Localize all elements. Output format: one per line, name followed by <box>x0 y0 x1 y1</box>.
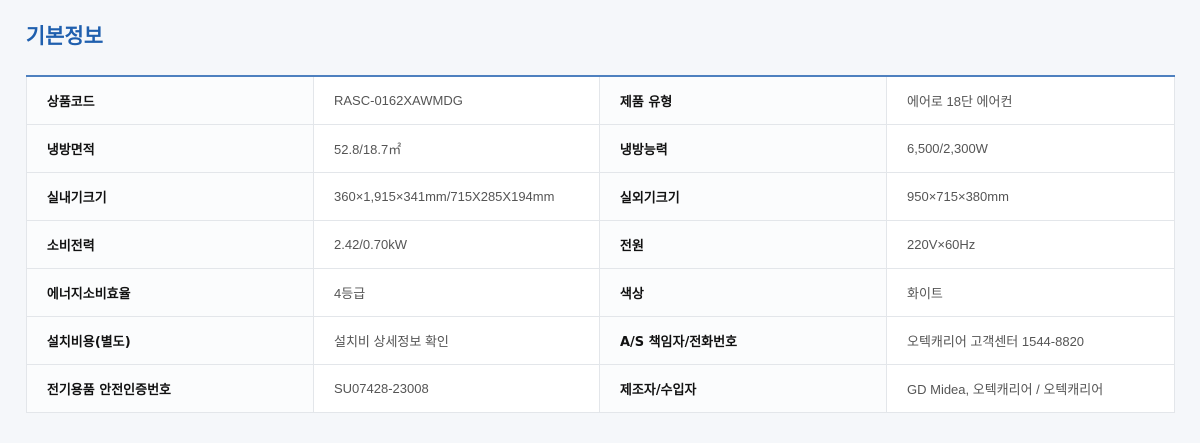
table-row: 상품코드 RASC-0162XAWMDG 제품 유형 에어로 18단 에어컨 <box>26 75 1175 125</box>
spec-value: 화이트 <box>886 268 1175 317</box>
spec-label: 설치비용(별도) <box>26 316 314 365</box>
table-row: 소비전력 2.42/0.70kW 전원 220V×60Hz <box>26 220 1175 269</box>
spec-value: 2.42/0.70kW <box>313 220 600 269</box>
spec-value: 4등급 <box>313 268 600 317</box>
spec-value: RASC-0162XAWMDG <box>313 75 600 125</box>
spec-label: 전원 <box>599 220 887 269</box>
table-row: 전기용품 안전인증번호 SU07428-23008 제조자/수입자 GD Mid… <box>26 364 1175 413</box>
spec-value: SU07428-23008 <box>313 364 600 413</box>
spec-value: 360×1,915×341mm/715X285X194mm <box>313 172 600 221</box>
spec-value: 950×715×380mm <box>886 172 1175 221</box>
table-row: 실내기크기 360×1,915×341mm/715X285X194mm 실외기크… <box>26 172 1175 221</box>
spec-value: GD Midea, 오텍캐리어 / 오텍캐리어 <box>886 364 1175 413</box>
spec-value: 6,500/2,300W <box>886 124 1175 173</box>
spec-label: 제조자/수입자 <box>599 364 887 413</box>
spec-value: 52.8/18.7㎡ <box>313 124 600 173</box>
table-row: 냉방면적 52.8/18.7㎡ 냉방능력 6,500/2,300W <box>26 124 1175 173</box>
spec-label: 소비전력 <box>26 220 314 269</box>
spec-value: 설치비 상세정보 확인 <box>313 316 600 365</box>
spec-label: 냉방능력 <box>599 124 887 173</box>
spec-value: 에어로 18단 에어컨 <box>886 75 1175 125</box>
spec-label: 색상 <box>599 268 887 317</box>
spec-label: 실외기크기 <box>599 172 887 221</box>
spec-label: 상품코드 <box>26 75 314 125</box>
spec-value: 오텍캐리어 고객센터 1544-8820 <box>886 316 1175 365</box>
spec-table: 상품코드 RASC-0162XAWMDG 제품 유형 에어로 18단 에어컨 냉… <box>26 75 1175 413</box>
spec-value: 220V×60Hz <box>886 220 1175 269</box>
section-title: 기본정보 <box>26 24 104 48</box>
table-row: 설치비용(별도) 설치비 상세정보 확인 A/S 책임자/전화번호 오텍캐리어 … <box>26 316 1175 365</box>
spec-label: A/S 책임자/전화번호 <box>599 316 887 365</box>
spec-label: 실내기크기 <box>26 172 314 221</box>
spec-label: 전기용품 안전인증번호 <box>26 364 314 413</box>
table-row: 에너지소비효율 4등급 색상 화이트 <box>26 268 1175 317</box>
spec-label: 냉방면적 <box>26 124 314 173</box>
spec-label: 에너지소비효율 <box>26 268 314 317</box>
spec-label: 제품 유형 <box>599 75 887 125</box>
